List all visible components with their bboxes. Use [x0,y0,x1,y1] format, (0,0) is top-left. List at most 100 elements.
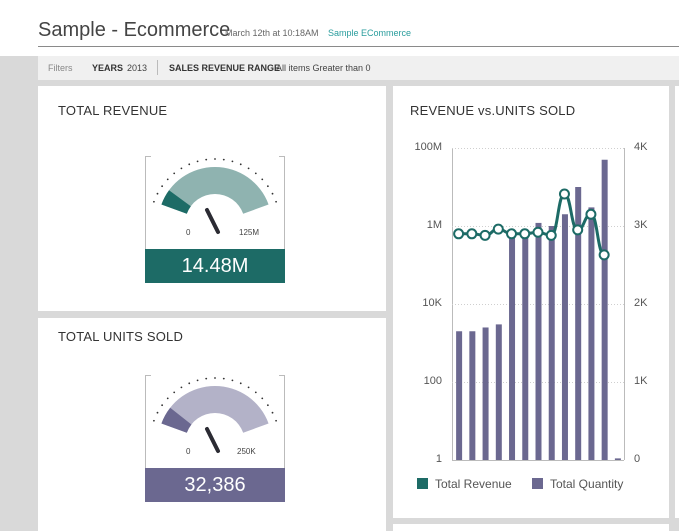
legend-label-quantity: Total Quantity [550,477,624,491]
units-gauge-tick [231,379,234,382]
units-gauge-tick [247,386,250,389]
revenue-units-chart [452,148,625,461]
legend-swatch-quantity [532,478,543,489]
revenue-point [506,228,518,240]
revenue-point [598,249,610,261]
quantity-bar [614,458,621,460]
revenue-point [519,228,531,240]
title-divider [38,46,679,47]
revenue-gauge-tick [166,178,169,181]
filter-years-key[interactable]: YEARS [92,63,123,73]
revenue-gauge-tick [173,172,176,175]
revenue-gauge-tick [275,200,277,203]
revenue-gauge-tick [254,172,257,175]
revenue-gauge-tick [247,167,250,170]
units-gauge-tick [275,419,277,422]
revenue-line [458,192,606,257]
units-gauge-tick [156,411,159,414]
units-gauge-tick [180,386,183,389]
quantity-bar [561,214,568,460]
quantity-bar [522,237,529,460]
filters-label: Filters [48,63,73,73]
filter-bar: Filters YEARS 2013 SALES REVENUE RANGE A… [38,56,679,80]
next-panel-bottom-right [393,524,669,531]
revenue-point [558,188,570,200]
revenue-point [532,226,544,238]
revenue-gauge-max: 125M [239,228,260,237]
quantity-bar [601,159,608,460]
filter-range-key[interactable]: SALES REVENUE RANGE [169,63,280,73]
filter-years-value[interactable]: 2013 [127,63,147,73]
revenue-gauge-tick [214,158,216,160]
revenue-gauge-tick [231,160,234,163]
timestamp: March 12th at 10:18AM [225,28,319,38]
total-units-value: 32,386 [145,468,285,502]
revenue-gauge-tick [156,192,159,195]
quantity-bar [482,327,489,460]
units-gauge-tick [153,419,155,422]
total-revenue-panel: TOTAL REVENUE 0 125M 14.48M [38,86,386,311]
revenue-gauge-tick [196,160,199,163]
units-gauge-max: 250K [237,447,256,456]
filter-range-value[interactable]: All items Greater than 0 [276,63,371,73]
revenue-gauge-tick [271,192,274,195]
revenue-point [466,228,478,240]
revenue-gauge-tick [161,185,164,188]
revenue-gauge-tick [222,158,225,161]
units-gauge-tick [205,377,208,380]
legend-item-quantity[interactable]: Total Quantity [532,477,623,491]
units-gauge-tick [239,382,242,385]
total-revenue-value: 14.48M [145,249,285,283]
units-gauge-tick [161,404,164,407]
units-gauge-tick [266,404,269,407]
units-gauge-tick [214,377,216,379]
total-units-title: TOTAL UNITS SOLD [58,329,184,344]
revenue-gauge-tick [239,163,242,166]
quantity-bar [495,324,502,460]
revenue-gauge-tick [188,163,191,166]
units-gauge-min: 0 [186,447,191,456]
revenue-point [479,229,491,241]
revenue-gauge-tick [266,185,269,188]
revenue-point [545,229,557,241]
revenue-point [585,208,597,220]
units-gauge-tick [222,377,225,380]
dashboard-link[interactable]: Sample ECommerce [328,28,411,38]
next-panel-edge [675,86,679,518]
dashboard-header: Sample - Ecommerce March 12th at 10:18AM… [0,0,679,56]
revenue-gauge-tick [153,200,155,203]
total-revenue-title: TOTAL REVENUE [58,103,168,118]
revenue-point [492,223,504,235]
page-title: Sample - Ecommerce [38,19,231,41]
units-gauge-tick [188,382,191,385]
revenue-gauge-needle [205,208,220,234]
filter-separator [157,60,158,75]
units-gauge-tick [196,379,199,382]
units-gauge-tick [254,391,257,394]
total-units-gauge: 0 250K 32,386 [145,375,285,502]
units-gauge-tick [261,397,264,400]
quantity-bar [456,331,463,460]
units-gauge-tick [166,397,169,400]
revenue-gauge-tick [180,167,183,170]
quantity-bar [509,234,516,460]
units-gauge-tick [173,391,176,394]
units-gauge-needle [205,427,220,453]
units-gauge-tick [271,411,274,414]
legend-label-revenue: Total Revenue [435,477,512,491]
quantity-bar [588,207,595,460]
revenue-units-panel: REVENUE vs.UNITS SOLD 100M 1M 10K 100 1 4K 3K… [393,86,669,518]
revenue-point [453,228,465,240]
legend-swatch-revenue [417,478,428,489]
total-revenue-gauge: 0 125M 14.48M [145,156,285,283]
revenue-gauge-tick [261,178,264,181]
revenue-point [572,224,584,236]
quantity-bar [548,226,555,460]
quantity-bar [535,222,542,460]
quantity-bar [469,331,476,460]
revenue-gauge-tick [205,158,208,161]
next-panel-bottom-left [38,524,386,531]
total-units-panel: TOTAL UNITS SOLD 0 250K 32,386 [38,318,386,524]
revenue-gauge-min: 0 [186,228,191,237]
legend-item-revenue[interactable]: Total Revenue [417,477,512,491]
